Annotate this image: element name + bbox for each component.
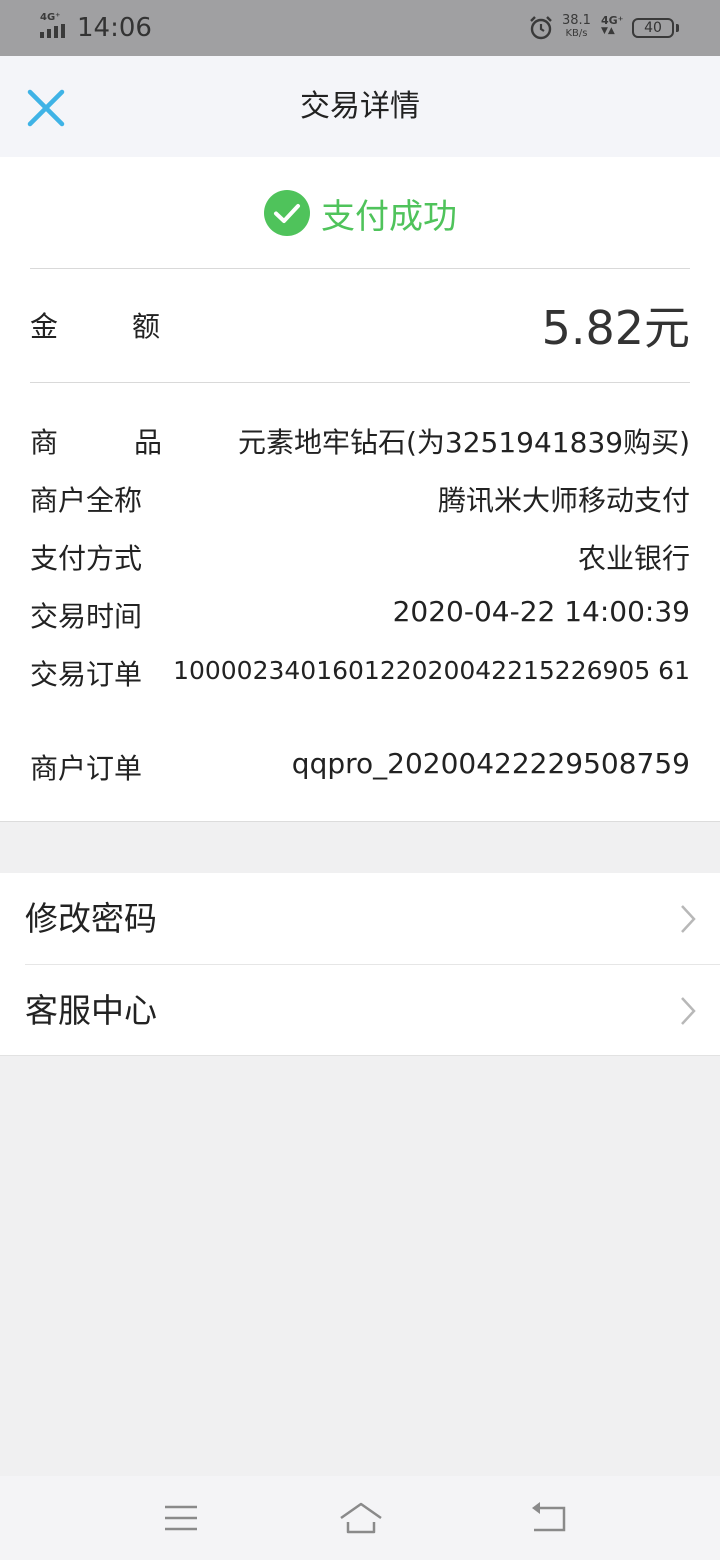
transaction-detail-card: 支付成功 金 额 5.82元 商 品 元素地牢钻石(为3251941839购买)… xyxy=(0,157,720,822)
menu-item-change-password[interactable]: 修改密码 xyxy=(0,873,720,964)
network-type-right: 4G⁺ ▼▲ xyxy=(601,15,624,37)
battery-icon: 40 xyxy=(632,18,674,38)
close-icon[interactable] xyxy=(22,84,70,132)
merchant-value: 腾讯米大师移动支付 xyxy=(437,484,690,517)
product-label-char2: 品 xyxy=(134,426,163,459)
product-value: 元素地牢钻石(为3251941839购买) xyxy=(238,426,690,459)
divider xyxy=(30,382,690,383)
chevron-right-icon xyxy=(681,997,696,1025)
battery-tip xyxy=(676,24,679,32)
chevron-right-icon xyxy=(681,905,696,933)
menu-item-label: 客服中心 xyxy=(25,991,157,1030)
payment-method-label: 支付方式 xyxy=(30,542,143,575)
amount-label-char2: 额 xyxy=(132,310,161,343)
speed-value: 38.1 xyxy=(562,13,591,28)
back-icon[interactable] xyxy=(528,1498,568,1538)
signal-icon xyxy=(40,24,65,38)
payment-status-text: 支付成功 xyxy=(321,196,457,237)
trade-order-value: 100002340160122020042215226905 61 xyxy=(173,656,690,685)
amount-value: 5.82元 xyxy=(541,301,690,355)
product-label: 商 品 xyxy=(30,421,162,461)
trade-order-label: 交易订单 xyxy=(30,658,143,691)
data-arrows-icon: ▼▲ xyxy=(601,26,615,36)
divider xyxy=(30,268,690,269)
amount-label: 金 额 xyxy=(30,305,160,345)
alarm-icon xyxy=(530,16,552,40)
product-label-char1: 商 xyxy=(30,426,59,459)
merchant-order-value: qqpro_20200422229508759 xyxy=(291,747,690,780)
check-circle-icon xyxy=(264,190,310,236)
network-type-right-label: 4G⁺ xyxy=(601,14,624,27)
amount-label-char1: 金 xyxy=(30,310,59,343)
menu-icon[interactable] xyxy=(161,1498,201,1538)
trade-time-value: 2020-04-22 14:00:39 xyxy=(392,595,690,628)
system-nav-bar xyxy=(0,1476,720,1560)
network-speed: 38.1 KB/s xyxy=(562,14,591,40)
payment-result: 支付成功 xyxy=(0,157,720,269)
merchant-order-label: 商户订单 xyxy=(30,752,143,785)
settings-menu: 修改密码 客服中心 xyxy=(0,873,720,1056)
page-title: 交易详情 xyxy=(300,89,420,124)
network-type-left: 4G⁺ xyxy=(40,12,61,23)
speed-unit: KB/s xyxy=(565,28,588,39)
trade-time-label: 交易时间 xyxy=(30,600,143,633)
menu-item-customer-service[interactable]: 客服中心 xyxy=(0,965,720,1056)
payment-method-value: 农业银行 xyxy=(577,542,690,575)
header: 交易详情 xyxy=(0,56,720,157)
status-time: 14:06 xyxy=(77,13,152,43)
status-bar: 4G⁺ 14:06 38.1 KB/s 4G⁺ ▼▲ 40 xyxy=(0,0,720,56)
merchant-label: 商户全称 xyxy=(30,484,143,517)
home-icon[interactable] xyxy=(338,1498,384,1538)
menu-item-label: 修改密码 xyxy=(25,899,157,938)
